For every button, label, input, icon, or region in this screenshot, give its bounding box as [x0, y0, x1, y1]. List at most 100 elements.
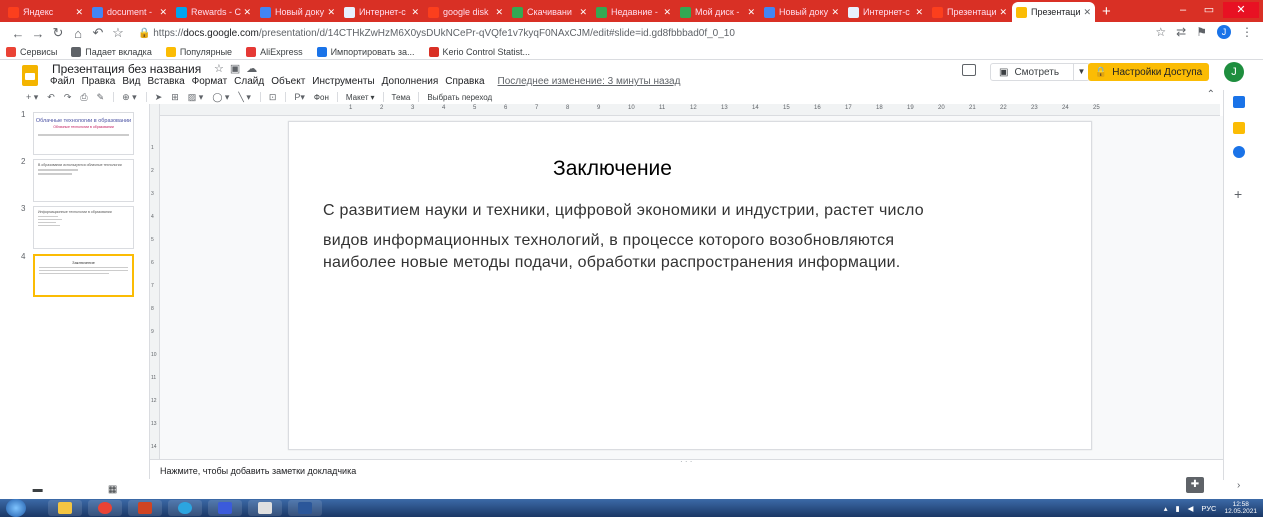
- grid-view-icon[interactable]: ▦: [108, 484, 117, 495]
- back-icon[interactable]: ←: [8, 26, 28, 41]
- comments-icon[interactable]: [962, 64, 976, 76]
- browser-tab[interactable]: Скачивани ✕: [508, 2, 591, 22]
- menu-item[interactable]: Слайд: [234, 76, 264, 87]
- clock[interactable]: 12:58 12.05.2021: [1224, 501, 1257, 515]
- image-icon[interactable]: ▨ ▾: [188, 92, 204, 103]
- comment-add-icon[interactable]: ⊡: [269, 92, 277, 103]
- taskbar-word-icon[interactable]: [288, 500, 322, 516]
- undo-close-icon[interactable]: ↶: [88, 25, 108, 41]
- document-title[interactable]: Презентация без названия: [52, 62, 201, 76]
- theme-button[interactable]: Тема: [392, 93, 411, 102]
- new-slide-icon[interactable]: + ▾: [26, 92, 38, 103]
- background-button[interactable]: Фон: [314, 93, 329, 102]
- bookmark-item[interactable]: Импортировать за...: [316, 46, 415, 57]
- taskbar-explorer-icon[interactable]: [48, 500, 82, 516]
- bookmark-item[interactable]: Популярные: [165, 46, 232, 57]
- taskbar-save-icon[interactable]: [208, 500, 242, 516]
- taskbar-chrome-icon[interactable]: [88, 500, 122, 516]
- layout-button[interactable]: Макет: [346, 93, 369, 102]
- new-tab-button[interactable]: +: [1102, 2, 1111, 22]
- browser-tab[interactable]: google disk ✕: [424, 2, 507, 22]
- slide-thumbnail-3[interactable]: 3 Информационные технологии в образовани…: [0, 204, 150, 252]
- menu-item[interactable]: Правка: [82, 76, 116, 87]
- calendar-icon[interactable]: [1233, 96, 1245, 108]
- bookmark-star-icon[interactable]: ☆: [108, 25, 128, 41]
- slide-thumbnail-4[interactable]: 4 Заключение: [0, 252, 150, 300]
- tab-close-icon[interactable]: ✕: [1083, 7, 1091, 18]
- browser-tab[interactable]: Презентаци ✕: [1012, 2, 1095, 22]
- expand-side-panel-icon[interactable]: ›: [1237, 480, 1240, 491]
- collapse-menus-icon[interactable]: ⌃: [1207, 89, 1215, 100]
- chevron-down-icon[interactable]: ▼: [1073, 64, 1089, 80]
- text-box-icon[interactable]: ⊞: [171, 92, 179, 103]
- browser-tab[interactable]: Интернет-с ✕: [340, 2, 423, 22]
- paint-format-icon[interactable]: ✎: [97, 92, 105, 103]
- speaker-notes[interactable]: · · · Нажмите, чтобы добавить заметки до…: [150, 457, 1223, 479]
- extension-icon[interactable]: ⚑: [1196, 25, 1207, 39]
- bookmark-item[interactable]: AliExpress: [246, 46, 303, 57]
- browser-tab[interactable]: document - ✕: [88, 2, 171, 22]
- tab-close-icon[interactable]: ✕: [75, 7, 83, 18]
- browser-tab[interactable]: Новый доку ✕: [760, 2, 843, 22]
- browser-tab[interactable]: Новый доку ✕: [256, 2, 339, 22]
- filmstrip-view-icon[interactable]: ▬: [33, 484, 43, 495]
- present-button[interactable]: ▣ Смотреть ▼: [990, 63, 1090, 81]
- tab-close-icon[interactable]: ✕: [747, 7, 755, 18]
- add-addon-icon[interactable]: +: [1234, 186, 1242, 202]
- slide-thumbnail-2[interactable]: 2 В образовании используются облачные те…: [0, 157, 150, 205]
- menu-item[interactable]: Формат: [192, 76, 228, 87]
- browser-tab[interactable]: Недавние - ✕: [592, 2, 675, 22]
- language-indicator[interactable]: РУС: [1201, 504, 1216, 513]
- tab-close-icon[interactable]: ✕: [579, 7, 587, 18]
- share-button[interactable]: 🔒 Настройки Доступа: [1088, 63, 1209, 81]
- menu-item[interactable]: Вид: [122, 76, 140, 87]
- slide-body-text[interactable]: С развитием науки и техники, цифровой эк…: [323, 200, 1083, 274]
- menu-item[interactable]: Дополнения: [382, 76, 439, 87]
- redo-icon[interactable]: ↷: [64, 92, 72, 103]
- keep-icon[interactable]: [1233, 122, 1245, 134]
- browser-tab[interactable]: Яндекс ✕: [4, 2, 87, 22]
- reload-icon[interactable]: ↻: [48, 25, 68, 41]
- volume-icon[interactable]: ◀: [1188, 504, 1194, 513]
- user-avatar[interactable]: J: [1224, 62, 1244, 82]
- move-folder-icon[interactable]: ▣: [230, 63, 246, 75]
- profile-avatar[interactable]: J: [1217, 25, 1231, 39]
- resize-grip-icon[interactable]: · · ·: [680, 457, 692, 466]
- print-icon[interactable]: ⎙: [80, 92, 87, 103]
- slide[interactable]: Заключение С развитием науки и техники, …: [288, 121, 1092, 450]
- maximize-button[interactable]: ▭: [1197, 2, 1221, 18]
- tab-close-icon[interactable]: ✕: [411, 7, 419, 18]
- menu-item[interactable]: Вставка: [147, 76, 184, 87]
- home-icon[interactable]: ⌂: [68, 26, 88, 41]
- shape-icon[interactable]: ◯ ▾: [212, 92, 229, 103]
- tab-close-icon[interactable]: ✕: [159, 7, 167, 18]
- browser-tab[interactable]: Мой диск - ✕: [676, 2, 759, 22]
- line-icon[interactable]: ╲ ▾: [238, 92, 250, 103]
- tab-close-icon[interactable]: ✕: [831, 7, 839, 18]
- tab-close-icon[interactable]: ✕: [495, 7, 503, 18]
- tab-close-icon[interactable]: ✕: [663, 7, 671, 18]
- tasks-icon[interactable]: [1233, 146, 1245, 158]
- star-icon[interactable]: ☆: [214, 63, 230, 75]
- taskbar-app-icon[interactable]: [248, 500, 282, 516]
- network-icon[interactable]: ▮: [1176, 504, 1180, 513]
- tab-close-icon[interactable]: ✕: [999, 7, 1007, 18]
- slide-thumbnail-1[interactable]: 1 Облачные технологии в образовании Обла…: [0, 110, 150, 158]
- tray-arrow-icon[interactable]: ▴: [1164, 504, 1168, 513]
- slides-logo-icon[interactable]: [22, 65, 38, 86]
- bookmark-item[interactable]: Kerio Control Statist...: [428, 46, 530, 57]
- forward-icon[interactable]: →: [28, 26, 48, 41]
- menu-item[interactable]: Объект: [271, 76, 305, 87]
- bookmark-item[interactable]: Падает вкладка: [71, 46, 152, 57]
- close-window-button[interactable]: ✕: [1223, 2, 1259, 18]
- url-field[interactable]: 🔒 https://docs.google.com/presentation/d…: [138, 28, 735, 39]
- last-edit-link[interactable]: Последнее изменение: 3 минуты назад: [498, 76, 681, 87]
- minimize-button[interactable]: –: [1171, 2, 1195, 18]
- bookmark-item[interactable]: Сервисы: [6, 46, 57, 57]
- explore-button-icon[interactable]: ✚: [1186, 477, 1204, 493]
- star-icon[interactable]: ☆: [1155, 25, 1166, 39]
- menu-kebab-icon[interactable]: ⋮: [1241, 25, 1253, 39]
- start-button-icon[interactable]: [6, 499, 26, 517]
- layout-caret-icon[interactable]: ▾: [371, 93, 375, 102]
- slide-title[interactable]: Заключение: [289, 157, 935, 181]
